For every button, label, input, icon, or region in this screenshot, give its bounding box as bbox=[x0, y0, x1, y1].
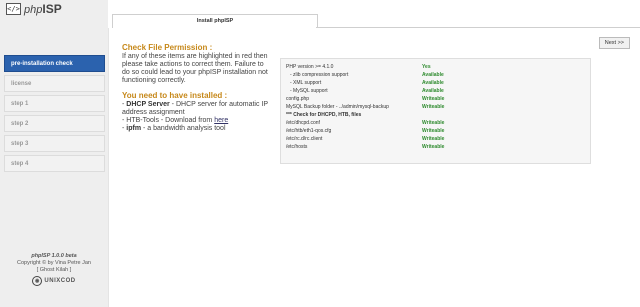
author-text: [ Ghost Kilah ] bbox=[36, 267, 72, 273]
company-logo: ◉ UNIXCOD bbox=[0, 276, 108, 286]
check-permission-heading: Check File Permission : bbox=[122, 43, 213, 52]
sidebar-footer: phpISP 1.0.0 beta Copyright © by Vina Pe… bbox=[0, 253, 108, 286]
nav-item-step-1[interactable]: step 1 bbox=[4, 95, 105, 112]
check-row: - zlib compression support Available bbox=[290, 72, 444, 78]
company-name: UNIXCOD bbox=[44, 277, 76, 284]
requirements-check-panel: PHP version >= 4.1.0 Yes - zlib compressi… bbox=[280, 58, 591, 164]
requirement-dhcp: - DHCP Server - DHCP server for automati… bbox=[122, 101, 268, 116]
check-permission-text: If any of these items are highlighted in… bbox=[122, 53, 268, 84]
check-row: /etc/dhcpd.conf Writeable bbox=[286, 120, 445, 126]
check-row: - MySQL support Available bbox=[290, 88, 444, 94]
check-row: config.php Writeable bbox=[286, 96, 445, 102]
nav-item-step-3[interactable]: step 3 bbox=[4, 135, 105, 152]
check-row: MySQL Backup folder - ../admin/mysql-bac… bbox=[286, 104, 445, 110]
instructions: Check File Permission : If any of these … bbox=[122, 43, 272, 133]
sidebar: </> phpISP pre-installation check licens… bbox=[0, 0, 108, 307]
requirement-htb: - HTB-Tools - Download from here bbox=[122, 117, 229, 124]
check-row: /etc/htb/eth1-qos.cfg Writeable bbox=[286, 128, 445, 134]
htb-download-link[interactable]: here bbox=[214, 117, 228, 124]
nav-item-step-2[interactable]: step 2 bbox=[4, 115, 105, 132]
install-steps-nav: pre-installation check license step 1 st… bbox=[4, 55, 105, 175]
version-text: phpISP 1.0.0 beta bbox=[31, 253, 77, 259]
nav-item-pre-installation-check[interactable]: pre-installation check bbox=[4, 55, 105, 72]
app-logo: </> phpISP bbox=[6, 2, 62, 16]
requirements-heading: You need to have installed : bbox=[122, 91, 228, 100]
check-row: PHP version >= 4.1.0 Yes bbox=[286, 64, 431, 70]
check-row: - XML support Available bbox=[290, 80, 444, 86]
code-icon: </> bbox=[6, 3, 21, 15]
next-button[interactable]: Next >> bbox=[598, 37, 630, 49]
requirement-ipfm: - ipfm - a bandwidth analysis tool bbox=[122, 125, 226, 132]
copyright-text: Copyright © by Vina Petre Jan bbox=[17, 260, 91, 266]
nav-item-step-4[interactable]: step 4 bbox=[4, 155, 105, 172]
tab-install[interactable]: Install phpISP bbox=[112, 14, 318, 28]
logo-prefix: php bbox=[24, 4, 43, 16]
check-section-heading: *** Check for DHCPD, HTB, files bbox=[286, 112, 362, 118]
unixcod-icon: ◉ bbox=[32, 276, 43, 286]
logo-suffix: ISP bbox=[42, 2, 62, 16]
check-row: /etc/rc.d/rc.client Writeable bbox=[286, 136, 445, 142]
check-row: /etc/hosts Writeable bbox=[286, 144, 445, 150]
nav-item-license[interactable]: license bbox=[4, 75, 105, 92]
